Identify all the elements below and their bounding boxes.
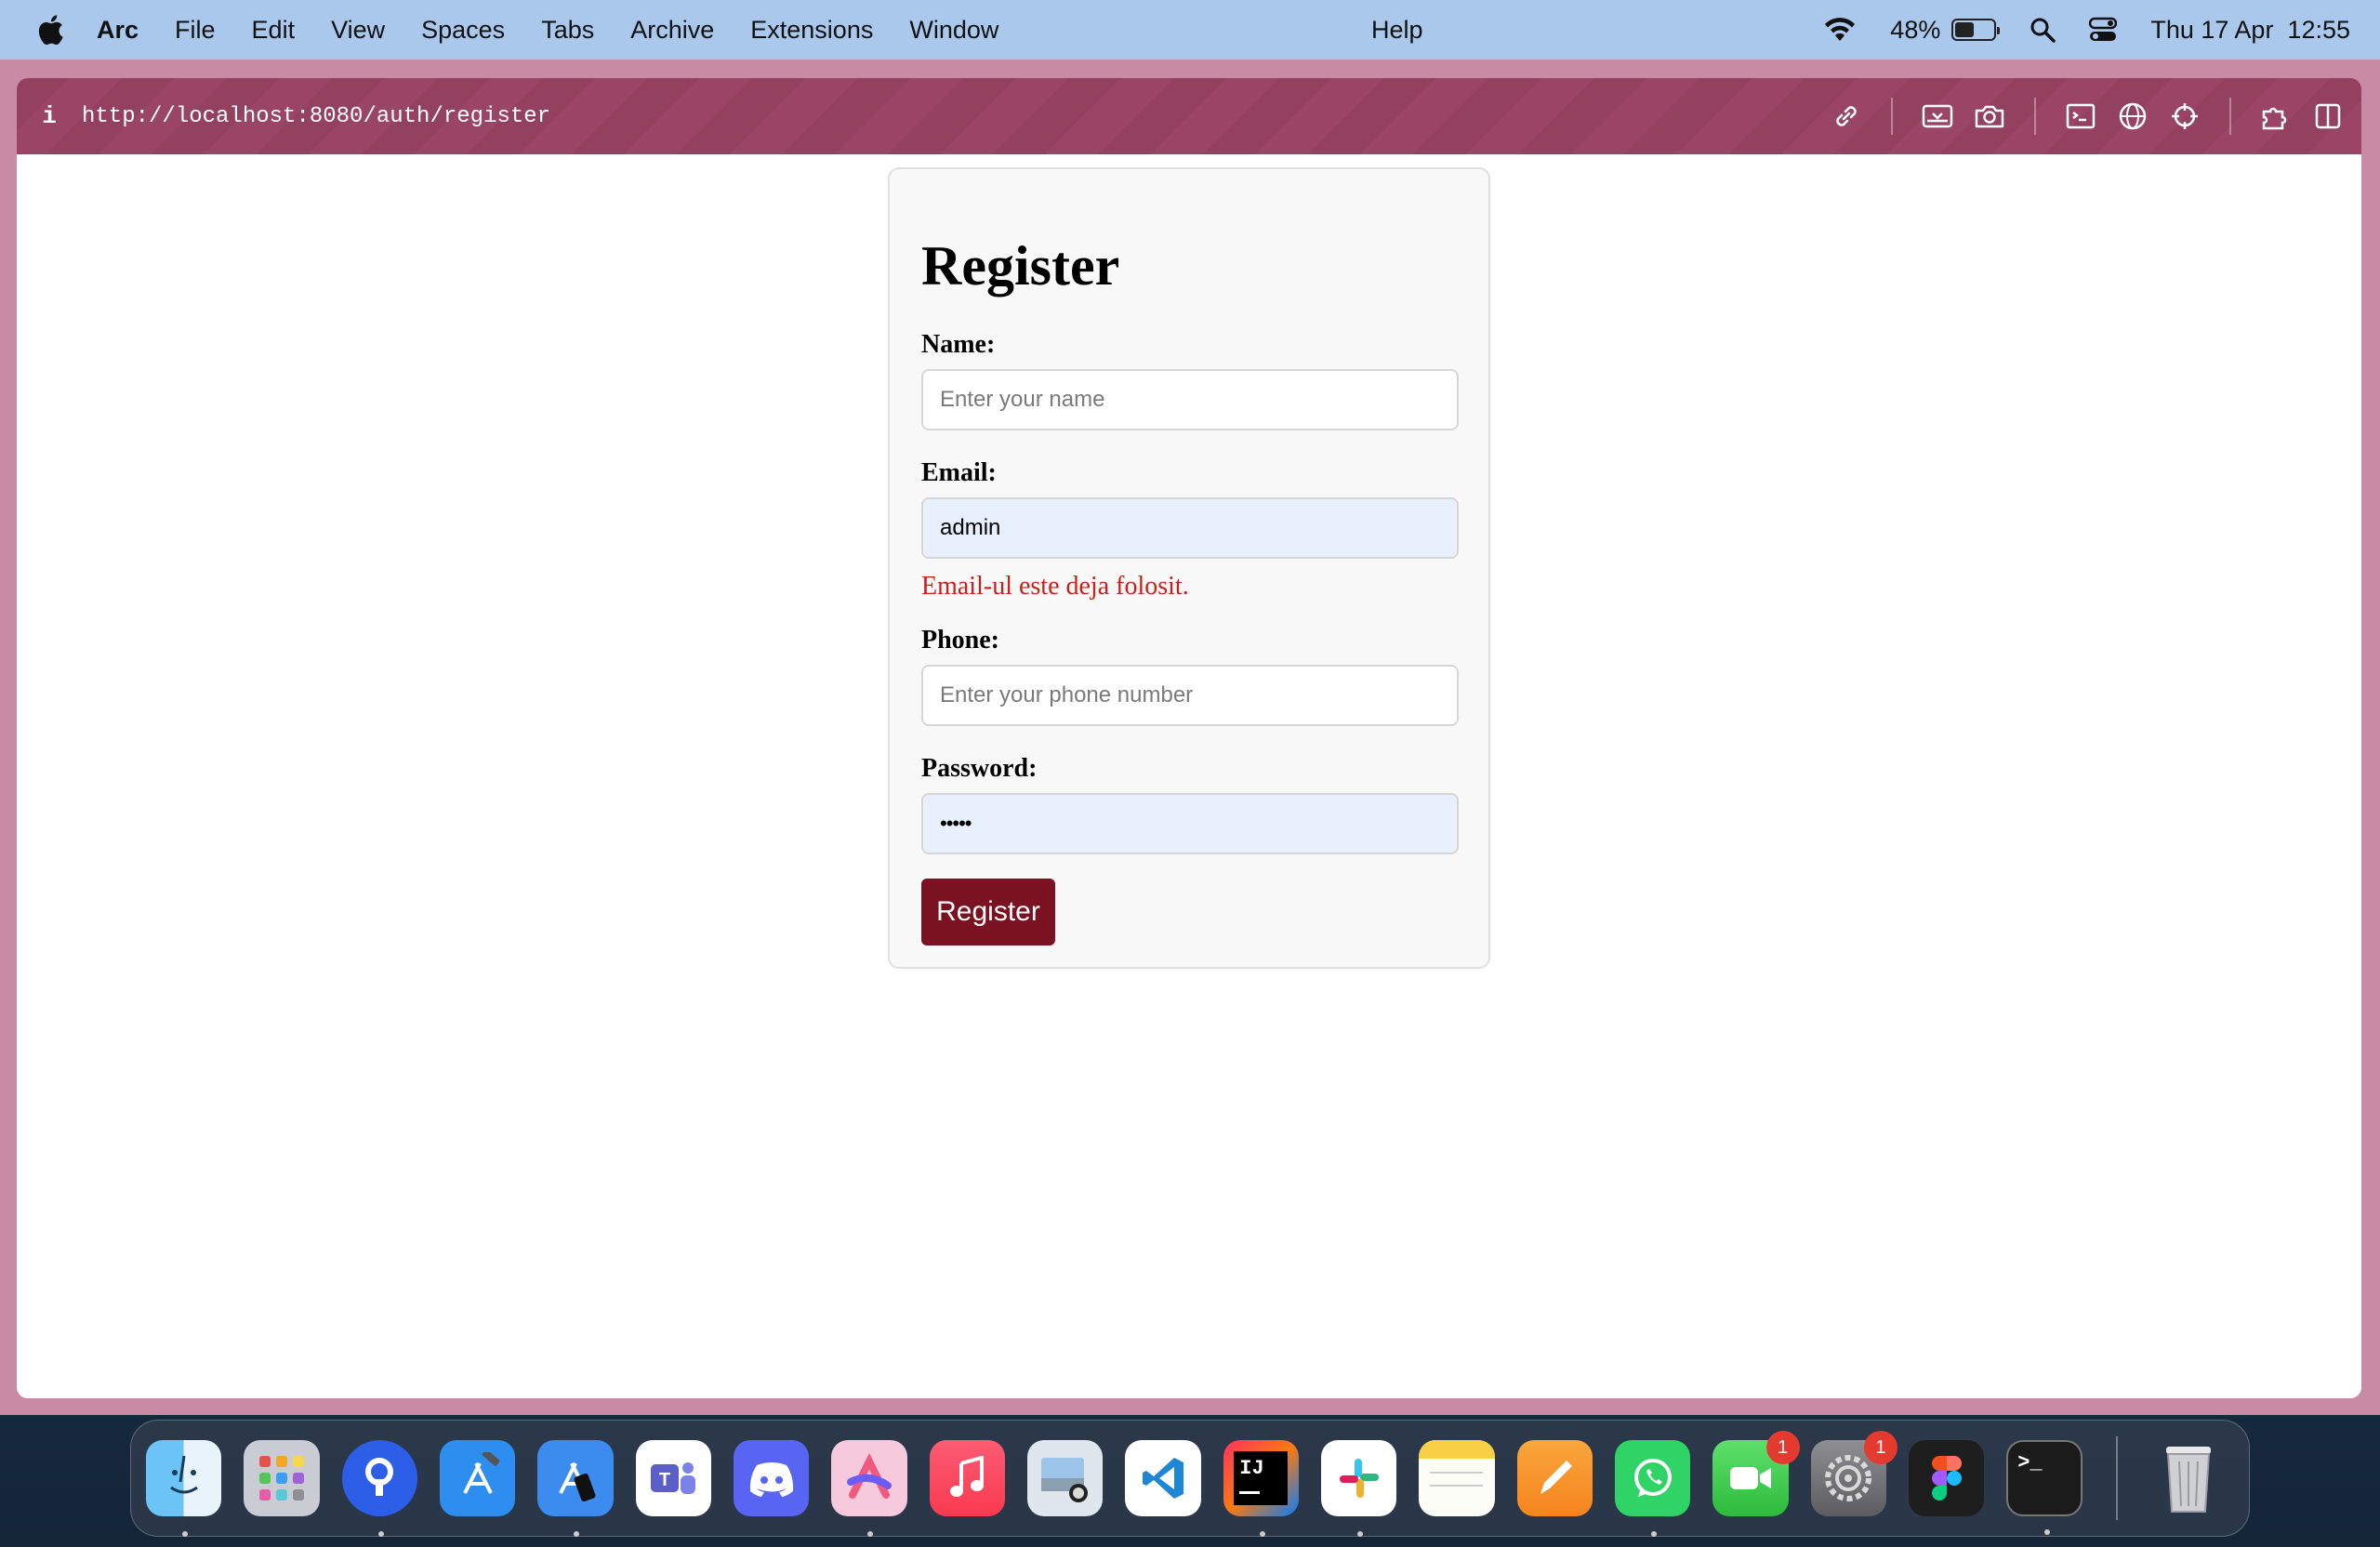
pass-icon[interactable] <box>341 1440 417 1537</box>
apple-menu-icon[interactable] <box>28 7 73 52</box>
menu-bar: Arc File Edit View Spaces Tabs Archive E… <box>0 0 2380 60</box>
facetime-icon[interactable]: 1 <box>1712 1431 1800 1516</box>
intellij-logo: IJ <box>1234 1451 1289 1505</box>
arc-icon[interactable] <box>831 1440 907 1537</box>
launchpad-icon[interactable] <box>244 1440 320 1516</box>
phone-label: Phone: <box>921 626 999 654</box>
password-label: Password: <box>921 754 1038 783</box>
notes-line <box>1430 1472 1484 1474</box>
menu-file[interactable]: File <box>175 16 216 45</box>
whatsapp-icon[interactable] <box>1614 1440 1691 1537</box>
battery-icon <box>1951 19 2001 41</box>
running-indicator <box>1356 1531 1363 1537</box>
copy-link-icon[interactable] <box>1820 90 1872 142</box>
teams-icon[interactable]: T <box>635 1440 711 1516</box>
notes-icon[interactable] <box>1419 1440 1495 1516</box>
extensions-icon[interactable] <box>2250 90 2302 142</box>
dock-divider <box>2115 1436 2118 1520</box>
name-group: Name: Enter your name <box>921 330 1459 430</box>
intellij-icon[interactable]: IJ <box>1223 1440 1299 1537</box>
svg-text:T: T <box>659 1470 670 1490</box>
password-group: Password: ••••• <box>921 754 1459 854</box>
menu-archive[interactable]: Archive <box>630 16 714 45</box>
page-title: Register <box>921 235 1120 297</box>
toolbar-divider <box>1891 98 1893 135</box>
menu-window[interactable]: Window <box>909 16 998 45</box>
crosshair-icon[interactable] <box>2159 90 2211 142</box>
url-bar[interactable]: i http://localhost:8080/auth/register <box>17 78 2361 154</box>
running-indicator <box>2044 1529 2051 1535</box>
vscode-icon[interactable] <box>1125 1440 1201 1516</box>
browser-window: i http://localhost:8080/auth/register Re… <box>0 60 2380 1415</box>
menu-edit[interactable]: Edit <box>252 16 296 45</box>
email-group: Email: admin Email-ul este deja folosit. <box>921 458 1459 602</box>
discord-icon[interactable] <box>733 1440 810 1516</box>
search-icon[interactable] <box>2030 17 2056 43</box>
xcode-icon[interactable] <box>439 1440 516 1516</box>
page-content: Register Name: Enter your name Email: ad… <box>17 154 2361 1398</box>
battery-percent: 48% <box>1890 15 1941 44</box>
menu-help[interactable]: Help <box>1371 16 1423 45</box>
dock: T IJ 1 1 >_ <box>130 1420 2250 1537</box>
pages-icon[interactable] <box>1516 1440 1593 1516</box>
sidebar-toggle-icon[interactable] <box>2302 90 2354 142</box>
menu-view[interactable]: View <box>331 16 385 45</box>
name-label: Name: <box>921 330 996 359</box>
running-indicator <box>1259 1531 1265 1537</box>
terminal-prompt: >_ <box>2017 1451 2043 1474</box>
intellij-label: IJ <box>1239 1457 1264 1480</box>
phone-input[interactable]: Enter your phone number <box>921 665 1459 726</box>
running-indicator <box>377 1531 384 1537</box>
email-input[interactable]: admin <box>921 497 1459 559</box>
terminal-icon[interactable]: >_ <box>2006 1440 2082 1535</box>
globe-icon[interactable] <box>2107 90 2159 142</box>
battery-fill <box>1955 22 1974 37</box>
name-placeholder: Enter your name <box>940 387 1105 412</box>
clock[interactable]: Thu 17 Apr 12:55 <box>2150 16 2350 45</box>
simulator-icon[interactable] <box>537 1440 614 1537</box>
password-value: ••••• <box>940 812 972 835</box>
running-indicator <box>867 1531 874 1537</box>
running-indicator <box>182 1531 188 1537</box>
developer-console-icon[interactable] <box>2055 90 2107 142</box>
notes-header <box>1419 1440 1495 1459</box>
phone-placeholder: Enter your phone number <box>940 682 1194 707</box>
status-area: 48% Thu 17 Apr 12:55 <box>1790 0 2350 60</box>
password-input[interactable]: ••••• <box>921 793 1459 854</box>
capture-icon[interactable] <box>1911 90 1964 142</box>
running-indicator <box>574 1531 580 1537</box>
menu-spaces[interactable]: Spaces <box>421 16 505 45</box>
toolbar-divider <box>2034 98 2036 135</box>
email-value: admin <box>940 515 1001 540</box>
menu-extensions[interactable]: Extensions <box>750 16 873 45</box>
phone-group: Phone: Enter your phone number <box>921 626 1459 726</box>
preview-icon[interactable] <box>1026 1440 1104 1516</box>
running-indicator <box>1650 1531 1657 1537</box>
notification-badge: 1 <box>1765 1431 1800 1464</box>
battery-status[interactable]: 48% <box>1890 15 2001 45</box>
notes-line <box>1430 1485 1484 1487</box>
browser-frame: i http://localhost:8080/auth/register Re… <box>17 78 2361 1398</box>
register-card: Register Name: Enter your name Email: ad… <box>888 167 1490 969</box>
url-text[interactable]: http://localhost:8080/auth/register <box>82 104 550 129</box>
trash-icon[interactable] <box>2151 1440 2227 1516</box>
figma-icon[interactable] <box>1908 1440 1985 1516</box>
music-icon[interactable] <box>929 1440 1005 1516</box>
register-button[interactable]: Register <box>921 879 1055 945</box>
finder-icon[interactable] <box>146 1440 222 1537</box>
notification-badge: 1 <box>1863 1431 1897 1464</box>
settings-icon[interactable]: 1 <box>1810 1431 1897 1516</box>
toolbar-actions <box>1820 78 2361 154</box>
menu-app-name[interactable]: Arc <box>97 16 139 45</box>
email-label: Email: <box>921 458 997 487</box>
email-error-message: Email-ul este deja folosit. <box>921 572 1189 601</box>
name-input[interactable]: Enter your name <box>921 369 1459 430</box>
menu-tabs[interactable]: Tabs <box>541 16 594 45</box>
toolbar-divider <box>2229 98 2231 135</box>
control-center-icon[interactable] <box>2089 17 2118 43</box>
camera-icon[interactable] <box>1964 90 2016 142</box>
site-info-icon[interactable]: i <box>17 102 82 130</box>
slack-icon[interactable] <box>1320 1440 1397 1537</box>
wifi-icon[interactable] <box>1823 17 1857 43</box>
